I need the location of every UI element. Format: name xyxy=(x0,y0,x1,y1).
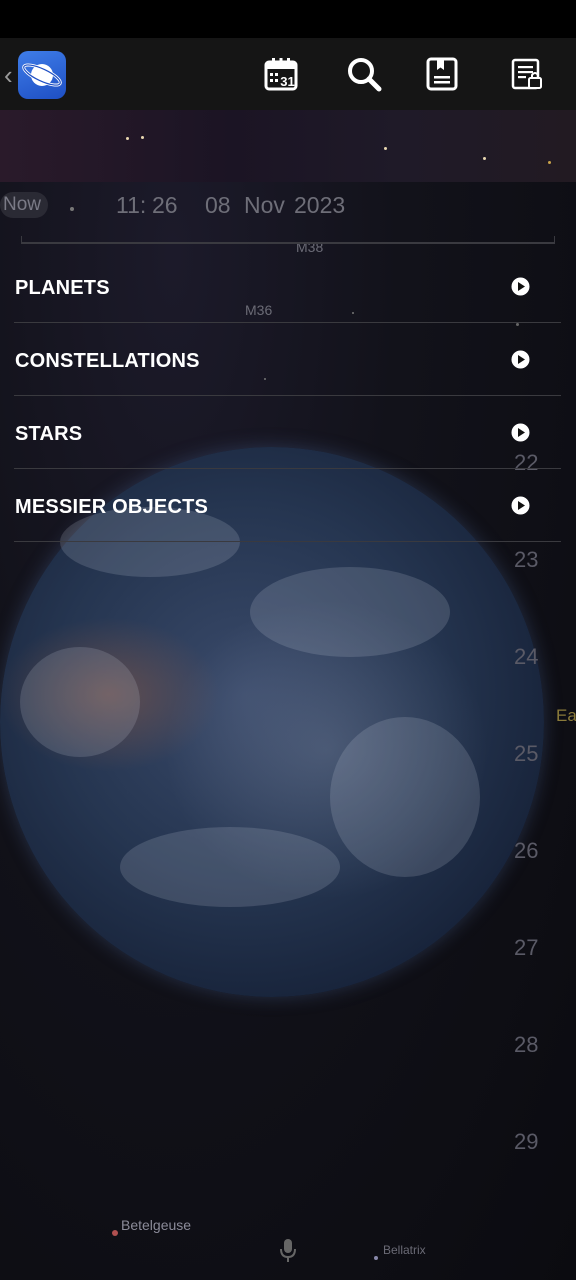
status-bar xyxy=(0,0,576,38)
time-slider-track[interactable] xyxy=(21,242,555,244)
date-day[interactable]: 08 xyxy=(205,192,231,219)
date-year[interactable]: 2023 xyxy=(294,192,345,219)
grid-number: 24 xyxy=(514,644,539,669)
bookmark-icon[interactable] xyxy=(424,56,460,92)
now-button[interactable]: Now xyxy=(0,192,48,218)
category-menu: PLANETS CONSTELLATIONS STARS MESSIER OBJ… xyxy=(14,250,561,542)
sky-label-betelgeuse: Betelgeuse xyxy=(121,1217,192,1233)
star xyxy=(483,157,486,160)
time-minute[interactable]: 26 xyxy=(152,192,178,219)
grid-number: 27 xyxy=(514,935,539,960)
grid-number: 23 xyxy=(514,547,539,572)
play-arrow-icon xyxy=(511,350,530,369)
menu-item-label: STARS xyxy=(15,423,83,445)
notes-lock-icon[interactable] xyxy=(509,56,545,92)
chevron-left-icon[interactable]: ‹ xyxy=(4,60,13,91)
sky-strip xyxy=(0,110,576,182)
menu-item-stars[interactable]: STARS xyxy=(14,396,561,469)
play-arrow-icon xyxy=(511,277,530,296)
sky-label-east: Ea xyxy=(556,706,576,725)
star xyxy=(548,161,551,164)
calendar-day: 31 xyxy=(280,74,294,89)
app-logo[interactable] xyxy=(18,51,66,99)
sky-label-bellatrix: Bellatrix xyxy=(383,1243,426,1257)
time-slider-tick xyxy=(554,236,555,244)
grid-number: 25 xyxy=(514,741,539,766)
star xyxy=(126,137,129,140)
play-arrow-icon xyxy=(511,496,530,515)
grid-number: 29 xyxy=(514,1129,539,1154)
date-month[interactable]: Nov xyxy=(244,192,285,219)
planet-ring-icon xyxy=(22,63,62,87)
menu-item-planets[interactable]: PLANETS xyxy=(14,250,561,323)
search-icon[interactable] xyxy=(346,56,382,92)
time-hour[interactable]: 11: xyxy=(116,192,146,219)
play-arrow-icon xyxy=(511,423,530,442)
grid-number: 26 xyxy=(514,838,539,863)
time-slider-tick xyxy=(21,236,22,244)
star xyxy=(384,147,387,150)
star xyxy=(141,136,144,139)
menu-item-messier-objects[interactable]: MESSIER OBJECTS xyxy=(14,469,561,542)
time-row: Now 11: 26 08 Nov 2023 xyxy=(0,182,576,228)
grid-number: 28 xyxy=(514,1032,539,1057)
star-bellatrix xyxy=(374,1256,378,1260)
menu-item-label: MESSIER OBJECTS xyxy=(15,496,209,518)
microphone-icon[interactable] xyxy=(279,1238,297,1264)
calendar-icon[interactable]: 31 xyxy=(263,56,299,92)
menu-item-label: CONSTELLATIONS xyxy=(15,350,200,372)
top-toolbar: ‹ 31 xyxy=(0,38,576,110)
menu-item-label: PLANETS xyxy=(15,277,110,299)
star-betelgeuse xyxy=(112,1230,118,1236)
menu-item-constellations[interactable]: CONSTELLATIONS xyxy=(14,323,561,396)
